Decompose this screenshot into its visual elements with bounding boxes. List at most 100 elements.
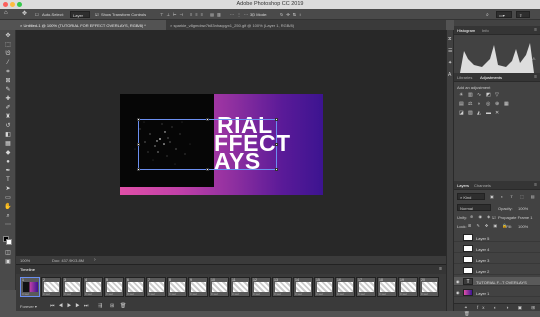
frame-delay[interactable]: 0 sec: [43, 292, 50, 296]
timeline-title[interactable]: Timeline: [20, 267, 35, 272]
frame-delay[interactable]: 0 sec: [295, 292, 302, 296]
healing-brush-icon[interactable]: ✚: [4, 96, 12, 102]
frame-delay[interactable]: 0 sec: [190, 292, 197, 296]
frame-tool-icon[interactable]: ⊠: [4, 78, 12, 84]
tab-untitled-1[interactable]: × Untitled-1 @ 100% (TUTORIAL FOR EFFECT…: [16, 20, 166, 30]
animation-frame[interactable]: 10 sec: [20, 277, 40, 297]
frame-delay[interactable]: 0 sec: [400, 292, 407, 296]
shape-tool-icon[interactable]: ▭: [4, 195, 12, 201]
magic-wand-icon[interactable]: ⁄: [4, 60, 12, 66]
levels-icon[interactable]: ▥: [468, 92, 473, 98]
frame-delay[interactable]: 0 sec: [22, 292, 29, 296]
animation-frame[interactable]: 10 0 sec: [209, 277, 229, 297]
screen-mode-icon[interactable]: ▣: [4, 259, 12, 265]
photo-filter-icon[interactable]: ◎: [486, 101, 490, 107]
frame-delay[interactable]: 0 sec: [169, 292, 176, 296]
eraser-tool-icon[interactable]: ◧: [4, 132, 12, 138]
tab-layers[interactable]: Layers: [457, 183, 469, 188]
frame-delay[interactable]: 0 sec: [253, 292, 260, 296]
frame-delay[interactable]: 0 sec: [421, 292, 428, 296]
layer-row[interactable]: ◉ Layer 1: [454, 288, 540, 297]
stamp-tool-icon[interactable]: ♜: [4, 114, 12, 120]
tween-icon[interactable]: ⇶: [98, 303, 106, 309]
history-panel-icon[interactable]: ⧖: [448, 36, 452, 42]
character-panel-icon[interactable]: A: [448, 72, 451, 78]
selective-color-icon[interactable]: ✕: [495, 110, 499, 116]
path-select-icon[interactable]: ➤: [4, 186, 12, 192]
channel-mixer-icon[interactable]: ⊕: [495, 101, 499, 107]
tab-histogram[interactable]: Histogram: [457, 28, 475, 33]
frame-delay[interactable]: 0 sec: [358, 292, 365, 296]
visibility-eye-icon[interactable]: ◉: [456, 290, 460, 295]
animation-frame[interactable]: 40 sec: [83, 277, 103, 297]
background-color-swatch[interactable]: [6, 239, 12, 245]
visibility-eye-icon[interactable]: ◉: [456, 279, 460, 284]
transform-handle[interactable]: [206, 118, 209, 121]
color-lookup-icon[interactable]: ▦: [504, 101, 509, 107]
auto-select-checkbox[interactable]: ☐: [35, 12, 39, 17]
animation-frame[interactable]: 12 0 sec: [251, 277, 271, 297]
threshold-icon[interactable]: ◭: [477, 110, 481, 116]
crop-tool-icon[interactable]: ⌗: [4, 69, 12, 75]
zoom-tool-icon[interactable]: ⌕: [4, 213, 12, 219]
black-white-icon[interactable]: ◑: [477, 101, 480, 107]
brush-tool-icon[interactable]: ✐: [4, 105, 12, 111]
posterize-icon[interactable]: ▨: [468, 110, 473, 116]
frame-delay[interactable]: 0 sec: [64, 292, 71, 296]
frame-delay[interactable]: 0 sec: [379, 292, 386, 296]
frame-delay[interactable]: 0 sec: [211, 292, 218, 296]
gradient-tool-icon[interactable]: ▦: [4, 141, 12, 147]
frame-delay[interactable]: 0 sec: [232, 292, 239, 296]
show-transform-checkbox[interactable]: ☑: [95, 12, 99, 17]
panel-menu-icon[interactable]: ≡: [534, 74, 537, 80]
type-tool-icon[interactable]: T: [4, 177, 12, 183]
layer-actions-icons[interactable]: ⚭ fx ◐ ◑ ▣ ⊞ 🗑: [464, 305, 540, 317]
eyedropper-icon[interactable]: ✎: [4, 87, 12, 93]
layer-row[interactable]: Layer 2: [454, 266, 540, 275]
status-arrow-icon[interactable]: ›: [94, 257, 96, 263]
playback-controls[interactable]: ⏮◀▶▶⏭: [50, 303, 92, 309]
transform-handle[interactable]: [275, 168, 278, 171]
brush-panel-icon[interactable]: ✦: [448, 60, 452, 66]
color-balance-icon[interactable]: ⚖: [468, 101, 472, 107]
refresh-icon[interactable]: ⚠: [532, 56, 536, 61]
dodge-tool-icon[interactable]: ●: [4, 159, 12, 165]
tab-sparkle-gif[interactable]: × sparkle_v8gmdnw7b83nhaqqyx1_250.gif @ …: [166, 20, 336, 30]
frame-delay[interactable]: 0 sec: [106, 292, 113, 296]
layer-row[interactable]: Layer 3: [454, 255, 540, 264]
properties-panel-icon[interactable]: ☰: [448, 48, 452, 54]
frame-delay[interactable]: 0 sec: [148, 292, 155, 296]
panel-menu-icon[interactable]: ≡: [534, 27, 537, 33]
animation-frame[interactable]: 15 0 sec: [314, 277, 334, 297]
marquee-tool-icon[interactable]: ⬚: [4, 42, 12, 48]
brightness-icon[interactable]: ☀: [459, 92, 463, 98]
animation-frame[interactable]: 14 0 sec: [293, 277, 313, 297]
layer-filter-dropdown[interactable]: ⌕ Kind: [457, 193, 485, 200]
animation-frame[interactable]: 16 0 sec: [335, 277, 355, 297]
blur-tool-icon[interactable]: ◆: [4, 150, 12, 156]
frame-delay[interactable]: 0 sec: [316, 292, 323, 296]
lock-icons[interactable]: ⊞ ✎ ✥ ▣ 🔒: [468, 223, 509, 228]
animation-frame[interactable]: 11 0 sec: [230, 277, 250, 297]
animation-frame[interactable]: 19 0 sec: [398, 277, 418, 297]
history-brush-icon[interactable]: ↺: [4, 123, 12, 129]
new-frame-icon[interactable]: ⊞: [110, 303, 114, 309]
animation-frame[interactable]: 20 0 sec: [419, 277, 439, 297]
frame-delay[interactable]: 0 sec: [274, 292, 281, 296]
share-icon[interactable]: ⇪: [516, 11, 530, 18]
frame-delay[interactable]: 0 sec: [127, 292, 134, 296]
animation-frame[interactable]: 13 0 sec: [272, 277, 292, 297]
search-icon[interactable]: ⌕: [486, 12, 489, 18]
gradient-map-icon[interactable]: ▬: [486, 110, 491, 116]
animation-frame[interactable]: 90 sec: [188, 277, 208, 297]
align-icons[interactable]: ⊤⊥⊢⊣ ≡≡≡ ▤▥: [160, 12, 224, 17]
exposure-icon[interactable]: ◩: [486, 92, 491, 98]
frame-delay[interactable]: 0 sec: [85, 292, 92, 296]
fill-value[interactable]: 100%: [518, 224, 528, 229]
auto-select-dropdown[interactable]: Layer: [70, 11, 90, 18]
animation-frame[interactable]: 17 0 sec: [356, 277, 376, 297]
tab-channels[interactable]: Channels: [474, 183, 491, 188]
hue-saturation-icon[interactable]: ▤: [459, 101, 464, 107]
invert-icon[interactable]: ◪: [459, 110, 464, 116]
unify-icons[interactable]: ⊕ ◉ ◈: [470, 214, 492, 219]
